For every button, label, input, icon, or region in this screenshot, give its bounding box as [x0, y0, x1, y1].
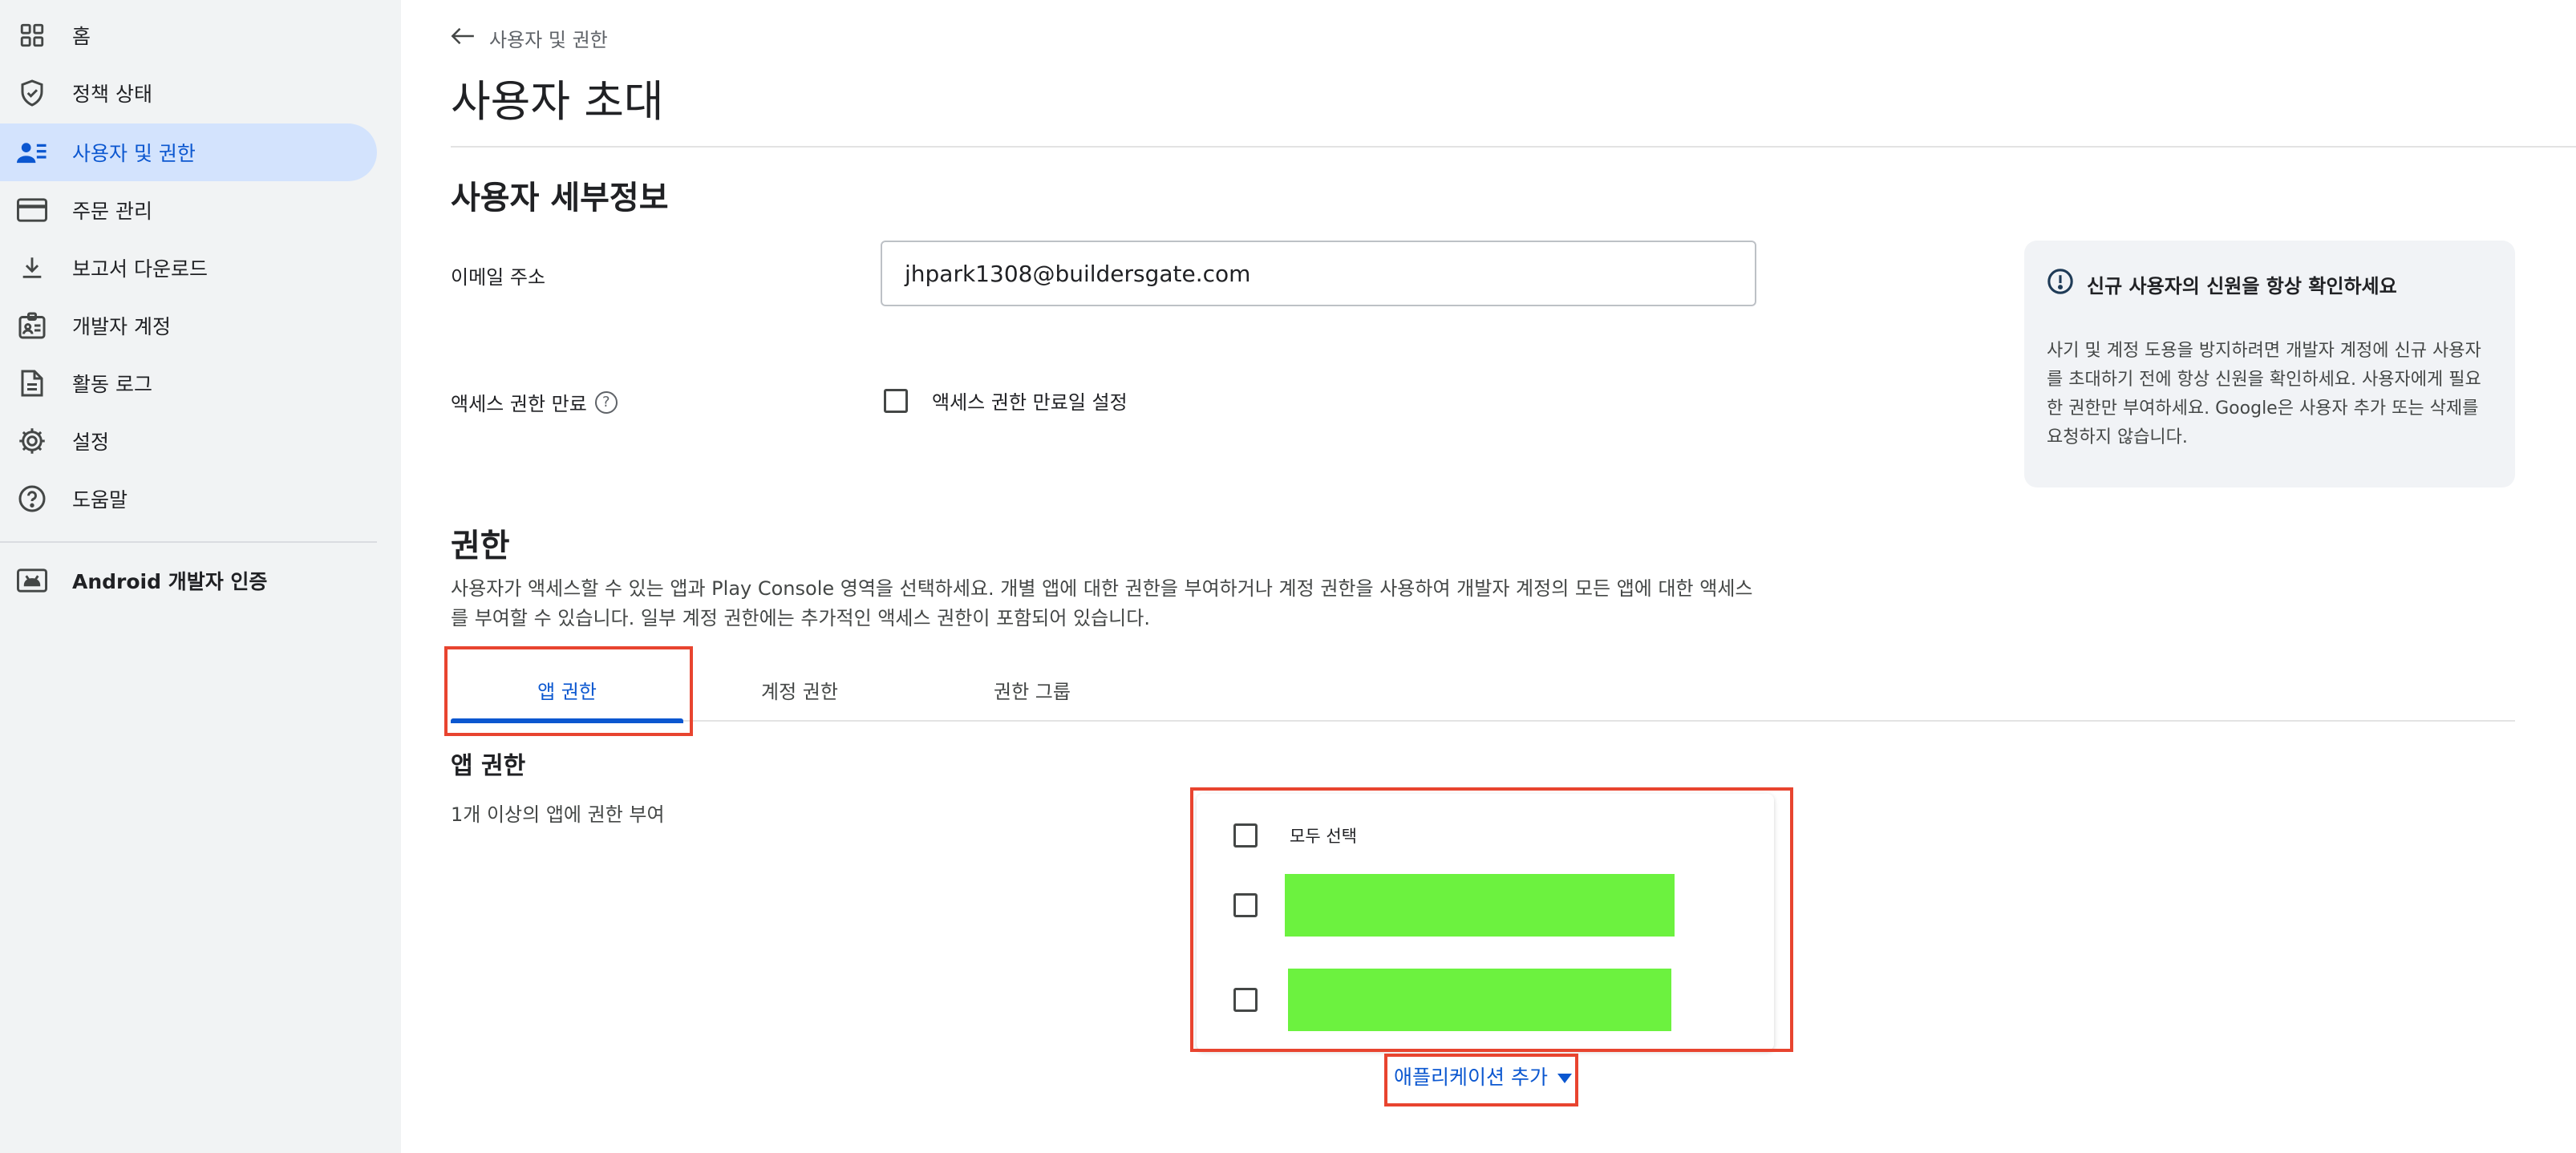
sidebar-item-label: 정책 상태: [72, 83, 152, 106]
expiry-date-checkbox-label: 액세스 권한 만료일 설정: [932, 391, 1128, 414]
highlight-app-list: [1190, 787, 1793, 1052]
sidebar-item-label: 사용자 및 권한: [72, 142, 196, 165]
permissions-title: 권한: [451, 528, 510, 564]
user-details-title: 사용자 세부정보: [451, 180, 669, 216]
identity-info-card: 신규 사용자의 신원을 항상 확인하세요 사기 및 계정 도용을 방지하려면 개…: [2024, 241, 2515, 487]
help-icon: [16, 483, 48, 515]
sidebar-item-label: 개발자 계정: [72, 315, 171, 338]
header-divider: [451, 146, 2576, 148]
app-permissions-subtitle: 앱 권한: [451, 752, 526, 780]
email-label: 이메일 주소: [451, 266, 546, 289]
dashboard-grid-icon: [16, 19, 48, 51]
highlight-add-application: [1384, 1054, 1578, 1106]
permission-tabs: 앱 권한 계정 권한 권한 그룹: [451, 657, 2515, 723]
sidebar-item-label: 도움말: [72, 488, 128, 512]
sidebar-item-download-reports[interactable]: 보고서 다운로드: [0, 239, 377, 297]
user-list-icon: [16, 136, 48, 168]
sidebar: 홈 정책 상태 사용자 및 권한 주문 관리 보고서 다운로드 개발자 계정 활…: [0, 0, 401, 1153]
download-icon: [16, 252, 48, 284]
email-field[interactable]: jhpark1308@buildersgate.com: [881, 241, 1756, 306]
page-title: 사용자 초대: [451, 76, 664, 127]
tab-account-permissions[interactable]: 계정 권한: [683, 657, 916, 722]
sidebar-item-label: 주문 관리: [72, 200, 152, 223]
gear-icon: [16, 425, 48, 457]
email-value: jhpark1308@buildersgate.com: [905, 260, 1251, 287]
sidebar-item-label: 보고서 다운로드: [72, 257, 208, 281]
sidebar-item-settings[interactable]: 설정: [0, 412, 377, 470]
sidebar-item-home[interactable]: 홈: [0, 6, 377, 64]
sidebar-item-android-verification[interactable]: Android 개발자 인증: [0, 552, 377, 609]
info-card-title: 신규 사용자의 신원을 항상 확인하세요: [2087, 274, 2397, 297]
highlight-app-permissions-tab: [444, 646, 693, 736]
android-verify-icon: [16, 564, 48, 597]
info-card-body: 사기 및 계정 도용을 방지하려면 개발자 계정에 신규 사용자를 초대하기 전…: [2047, 341, 2481, 447]
id-badge-icon: [16, 309, 48, 342]
sidebar-item-label: 설정: [72, 431, 110, 454]
help-icon[interactable]: ?: [594, 390, 618, 414]
sidebar-divider: [0, 541, 377, 543]
sidebar-item-developer-account[interactable]: 개발자 계정: [0, 297, 377, 354]
sidebar-item-policy-status[interactable]: 정책 상태: [0, 64, 377, 122]
access-expiry-label-text: 액세스 권한 만료: [451, 393, 587, 415]
breadcrumb[interactable]: 사용자 및 권한: [451, 24, 608, 52]
sidebar-item-label: 홈: [72, 25, 91, 48]
info-card-header: 신규 사용자의 신원을 항상 확인하세요: [2047, 268, 2493, 300]
document-icon: [16, 367, 48, 399]
main-content: 사용자 및 권한 사용자 초대 사용자 세부정보 이메일 주소 jhpark13…: [401, 0, 2576, 1153]
arrow-back-icon: [451, 26, 475, 51]
tab-permission-groups[interactable]: 권한 그룹: [916, 657, 1148, 722]
access-expiry-label: 액세스 권한 만료 ?: [451, 388, 618, 416]
sidebar-item-users-permissions[interactable]: 사용자 및 권한: [0, 123, 377, 181]
credit-card-icon: [16, 194, 48, 226]
sidebar-item-label: Android 개발자 인증: [72, 570, 268, 593]
sidebar-item-order-management[interactable]: 주문 관리: [0, 181, 377, 239]
shield-check-icon: [16, 77, 48, 109]
permissions-description: 사용자가 액세스할 수 있는 앱과 Play Console 영역을 선택하세요…: [451, 577, 1753, 629]
sidebar-item-label: 활동 로그: [72, 373, 152, 396]
app-permissions-description: 1개 이상의 앱에 권한 부여: [451, 803, 665, 826]
sidebar-item-help[interactable]: 도움말: [0, 470, 377, 528]
expiry-date-checkbox-row[interactable]: 액세스 권한 만료일 설정: [884, 386, 1128, 415]
breadcrumb-label: 사용자 및 권한: [489, 29, 608, 51]
sidebar-item-activity-log[interactable]: 활동 로그: [0, 354, 377, 412]
expiry-date-checkbox[interactable]: [884, 388, 908, 413]
alert-circle-icon: [2047, 268, 2074, 300]
